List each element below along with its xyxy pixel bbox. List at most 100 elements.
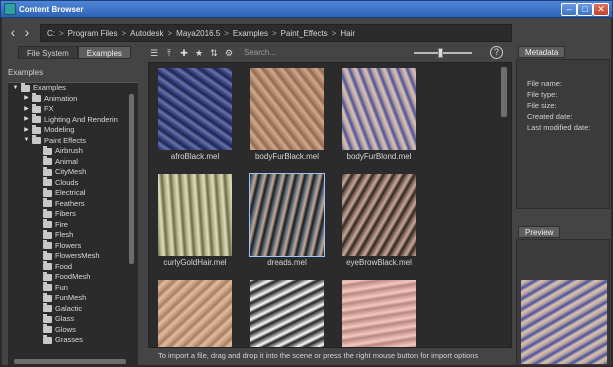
tree-item[interactable]: Fun	[8, 282, 138, 294]
tree-item[interactable]: Airbrush	[8, 145, 138, 157]
back-arrow-icon[interactable]: ‹	[6, 24, 20, 42]
search-input[interactable]: Search...	[244, 46, 394, 59]
tree-item[interactable]: Electrical	[8, 187, 138, 199]
breadcrumb-item[interactable]: Hair	[340, 29, 355, 38]
tree-item[interactable]: Galactic	[8, 303, 138, 315]
content-browser-window: ‹ › C: > Program Files > Autodesk > Maya2016.5…	[0, 18, 613, 367]
thumbnail-image	[342, 174, 416, 256]
folder-icon	[43, 208, 52, 218]
help-icon[interactable]: ?	[490, 46, 503, 59]
tree-item[interactable]: ▶ FX	[8, 103, 138, 115]
file-thumbnail[interactable]	[247, 280, 327, 347]
file-thumbnail[interactable]: eyeBrowBlack.mel	[339, 174, 419, 267]
left-panel: File System Examples Examples ▼ Examples ▶…	[6, 46, 142, 366]
breadcrumb-item[interactable]: Autodesk	[130, 29, 163, 38]
new-folder-icon[interactable]: ✚	[178, 47, 190, 59]
tree-item[interactable]: CityMesh	[8, 166, 138, 178]
file-browser-panel: ☰ ⤒ ✚ ★ ⇅ ⚙ Search... ? afroBlack.mel bodyFurB…	[148, 46, 512, 366]
tree-item-label: Paint Effects	[44, 135, 86, 145]
slider-handle[interactable]	[438, 48, 443, 58]
import-icon[interactable]: ⤒	[163, 47, 175, 59]
tree-scrollbar[interactable]	[129, 94, 134, 264]
tab-file-system[interactable]: File System	[18, 46, 78, 59]
breadcrumb-item[interactable]: Examples	[233, 29, 268, 38]
collapse-arrow-icon[interactable]: ▼	[12, 85, 19, 92]
list-view-icon[interactable]: ☰	[148, 47, 160, 59]
tab-metadata[interactable]: Metadata	[518, 46, 566, 58]
tree-item-label: Glass	[55, 314, 75, 323]
breadcrumb-item[interactable]: Paint_Effects	[281, 29, 328, 38]
folder-tree[interactable]: ▼ Examples ▶ Animation ▶ FX ▶ Lighting And Rend…	[8, 82, 138, 358]
tree-item[interactable]: FunMesh	[8, 292, 138, 304]
status-hint: To import a file, drag and drop it into …	[158, 351, 479, 360]
tree-item-label: Lighting And Renderin	[44, 114, 118, 124]
tree-item-label: Fire	[55, 219, 68, 229]
breadcrumb-item[interactable]: C:	[47, 29, 55, 38]
breadcrumb-item[interactable]: Program Files	[68, 29, 118, 38]
tree-item[interactable]: Fire	[8, 219, 138, 231]
thumbnail-filename: afroBlack.mel	[170, 152, 220, 161]
file-thumbnail[interactable]: curlyGoldHair.mel	[155, 174, 235, 267]
maximize-button[interactable]: □	[577, 3, 593, 16]
tree-item[interactable]: ▼ Examples	[8, 83, 138, 94]
file-thumbnail[interactable]	[155, 280, 235, 347]
folder-icon	[32, 124, 41, 134]
breadcrumb-item[interactable]: Maya2016.5	[176, 29, 220, 38]
tree-item[interactable]: Flesh	[8, 229, 138, 241]
tree-item[interactable]: Food	[8, 261, 138, 273]
grid-scrollbar[interactable]	[501, 67, 507, 117]
sort-icon[interactable]: ⇅	[208, 47, 220, 59]
tree-item[interactable]: Clouds	[8, 177, 138, 189]
tree-item[interactable]: FlowersMesh	[8, 250, 138, 262]
file-thumbnail[interactable]: bodyFurBlond.mel	[339, 68, 419, 161]
file-thumbnail[interactable]	[339, 280, 419, 347]
file-thumbnail[interactable]: bodyFurBlack.mel	[247, 68, 327, 161]
tree-item[interactable]: ▶ Animation	[8, 93, 138, 105]
tree-item[interactable]: ▶ Lighting And Renderin	[8, 114, 138, 126]
expand-arrow-icon[interactable]: ▶	[23, 127, 30, 134]
tree-item[interactable]: ▼ Paint Effects	[8, 135, 138, 147]
tree-horizontal-scrollbar[interactable]	[8, 358, 138, 365]
folder-icon	[43, 240, 52, 250]
collapse-arrow-icon[interactable]: ▼	[23, 137, 30, 144]
file-thumbnail[interactable]: afroBlack.mel	[155, 68, 235, 161]
tree-item[interactable]: Flowers	[8, 240, 138, 252]
expand-arrow-icon[interactable]: ▶	[23, 116, 30, 123]
tree-item[interactable]: Feathers	[8, 198, 138, 210]
tree-item-label: Galactic	[55, 303, 83, 313]
expand-arrow-icon[interactable]: ▶	[23, 106, 30, 113]
tree-item-label: Electrical	[55, 188, 86, 197]
favorite-star-icon[interactable]: ★	[193, 47, 205, 59]
close-button[interactable]: ✕	[593, 3, 609, 16]
minimize-button[interactable]: –	[561, 3, 577, 16]
tree-item[interactable]: Grasses	[8, 334, 138, 346]
thumbnail-filename: bodyFurBlack.mel	[254, 152, 320, 161]
thumbnail-size-slider[interactable]	[414, 48, 472, 58]
tab-preview[interactable]: Preview	[518, 226, 561, 238]
folder-icon	[43, 313, 52, 323]
tree-item[interactable]: ▶ Modeling	[8, 124, 138, 136]
file-thumbnail[interactable]: dreads.mel	[247, 173, 327, 267]
tree-item-label: FX	[44, 104, 54, 113]
tree-item-label: Animal	[55, 156, 78, 166]
tree-item-label: Fun	[55, 282, 68, 292]
breadcrumb[interactable]: C: > Program Files > Autodesk > Maya2016.5 > Exa…	[40, 24, 512, 42]
folder-icon	[43, 156, 52, 166]
tree-item[interactable]: Fibers	[8, 208, 138, 220]
tree-item[interactable]: Glows	[8, 324, 138, 336]
tree-item-label: Animation	[44, 93, 78, 103]
tree-item[interactable]: FoodMesh	[8, 271, 138, 283]
forward-arrow-icon[interactable]: ›	[20, 24, 34, 42]
tab-examples[interactable]: Examples	[77, 46, 131, 59]
expand-arrow-icon[interactable]: ▶	[23, 95, 30, 102]
tree-item[interactable]: Glass	[8, 313, 138, 325]
settings-gear-icon[interactable]: ⚙	[223, 47, 235, 59]
tree-item[interactable]: Animal	[8, 156, 138, 168]
